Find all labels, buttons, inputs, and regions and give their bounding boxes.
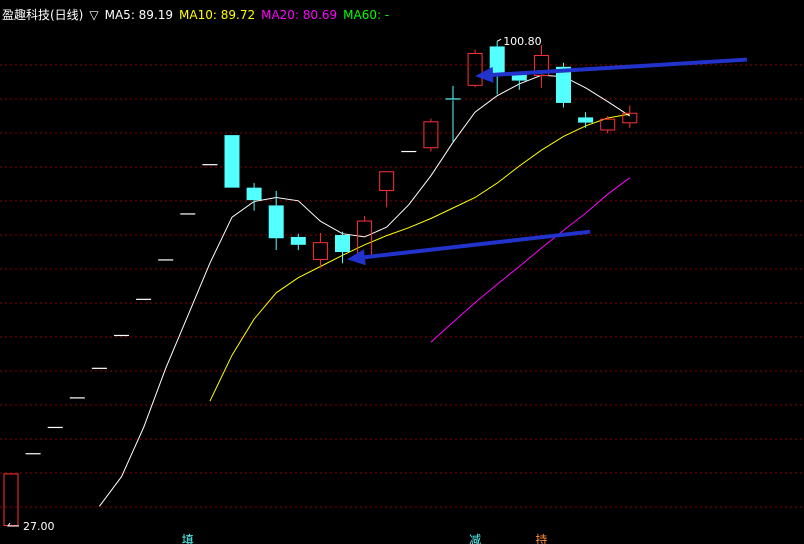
legend-marker[interactable]: ▽ [89, 8, 98, 22]
ma10-line [209, 113, 630, 402]
candle [445, 85, 461, 142]
low-marker [7, 522, 19, 527]
candle-body [312, 242, 328, 260]
candle [622, 105, 638, 128]
candle [600, 116, 616, 134]
candle [3, 473, 19, 526]
candlestick-chart: 100.80 27.00 填 减 持 [0, 35, 804, 544]
candle-body [600, 118, 616, 131]
ma60-legend: MA60: - [343, 8, 390, 22]
candle [533, 45, 549, 88]
candle-body [423, 121, 439, 149]
candle [312, 232, 328, 268]
annotations: 100.80 27.00 填 减 持 [7, 35, 748, 544]
moving-average-lines [98, 74, 631, 507]
candle-body [578, 117, 594, 123]
candle [578, 112, 594, 128]
candle-body [290, 236, 306, 245]
candlestick-series [3, 41, 638, 526]
candle [467, 49, 483, 88]
high-price-label: 100.80 [503, 35, 542, 48]
signal-label: 减 [469, 533, 481, 544]
candle [379, 171, 395, 208]
candle-body [379, 171, 395, 191]
chart-header: 盈趣科技(日线) ▽ MA5: 89.19 MA10: 89.72 MA20: 80.6… [2, 6, 395, 23]
ma20-line [430, 177, 631, 343]
ma10-legend: MA10: 89.72 [179, 8, 256, 22]
signal-label: 填 [182, 533, 194, 544]
candle-body [224, 135, 240, 188]
price-gridlines [0, 64, 804, 508]
candle-body [335, 234, 350, 253]
high-marker [496, 38, 502, 42]
candle [423, 118, 439, 152]
candle [268, 190, 284, 251]
ma20-legend: MA20: 80.69 [261, 8, 338, 22]
candle [224, 135, 240, 188]
candle-body [246, 187, 262, 201]
candle-body [3, 473, 19, 526]
arrow-shaft [364, 229, 591, 260]
signal-label: 持 [535, 532, 547, 544]
candle-body [268, 205, 284, 239]
arrow-head [475, 66, 494, 83]
candle-body [467, 52, 483, 86]
candle [246, 183, 262, 211]
candle [290, 233, 306, 251]
ma5-legend: MA5: 89.19 [104, 8, 174, 22]
low-price-label: 27.00 [23, 520, 55, 533]
stock-title: 盈趣科技(日线) [2, 8, 84, 22]
arrow-shaft [492, 57, 748, 77]
ma5-line [98, 74, 631, 507]
